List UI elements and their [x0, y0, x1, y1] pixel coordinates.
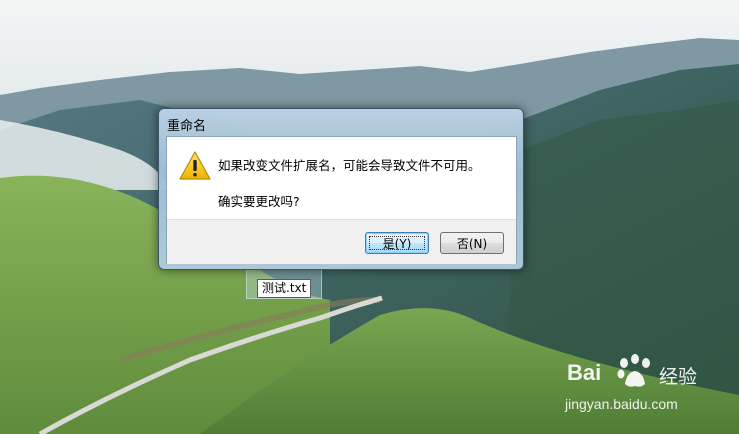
button-bar: 是(Y) 否(N) [167, 219, 516, 264]
yes-button[interactable]: 是(Y) [365, 232, 429, 254]
confirm-question: 确实要更改吗? [218, 194, 300, 209]
watermark-jingyan: 经验 [659, 366, 698, 388]
warning-message: 如果改变文件扩展名，可能会导致文件不可用。 [218, 158, 481, 173]
no-button[interactable]: 否(N) [440, 232, 504, 254]
dialog-title: 重命名 [167, 119, 207, 134]
rename-dialog: 重命名 如果改变文件扩展名，可能会导致文件不可用。 确实要更改吗? 是(Y) 否… [158, 108, 524, 270]
watermark-brand: Bai [567, 360, 602, 385]
message-area: 如果改变文件扩展名，可能会导致文件不可用。 确实要更改吗? [167, 137, 516, 219]
watermark-url: jingyan.baidu.com [565, 396, 678, 412]
warning-triangle-icon [179, 151, 211, 180]
baidu-jingyan-watermark: Bai 经验 jingyan.baidu.com [563, 352, 733, 424]
file-rename-textbox[interactable]: 测试.txt [257, 279, 312, 298]
dialog-titlebar[interactable]: 重命名 [159, 109, 523, 135]
dialog-body: 如果改变文件扩展名，可能会导致文件不可用。 确实要更改吗? 是(Y) 否(N) [166, 136, 517, 264]
paw-logo-icon [617, 354, 650, 387]
no-button-label: 否(N) [456, 237, 488, 251]
yes-button-label: 是(Y) [382, 237, 412, 251]
